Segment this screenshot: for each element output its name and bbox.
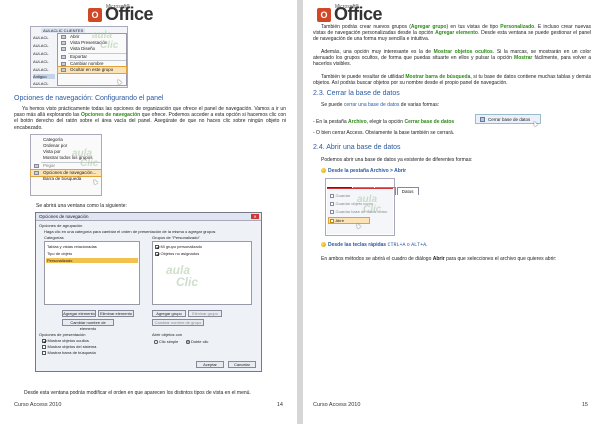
watermark-clic: Clic bbox=[363, 204, 382, 215]
bullet-icon bbox=[321, 242, 326, 248]
rename-item-button[interactable]: Cambiar nombre de elemento bbox=[62, 319, 114, 331]
file-menu-item-save[interactable]: Guardar bbox=[330, 193, 350, 198]
hide-icon bbox=[61, 68, 66, 72]
section-2-3-title: 2.3. Cerrar la base de datos bbox=[313, 90, 400, 97]
show-search-bar-checkbox[interactable]: Mostrar barra de búsqueda bbox=[42, 350, 96, 355]
caption: Se abrirá una ventana como la siguiente: bbox=[36, 203, 127, 209]
hidden-objects-paragraph: Además, una opción muy interesante es la… bbox=[313, 49, 592, 68]
footer: Curso Access 2010 bbox=[313, 402, 361, 408]
close-option-1: - En la pestaña Archivo, elegir la opció… bbox=[313, 119, 455, 125]
watermark-clic: Clic bbox=[176, 275, 199, 289]
open-final: En ambos métodos se abrirá el cuadro de … bbox=[321, 256, 557, 262]
show-system-checkbox[interactable]: Mostrar objetos del sistema bbox=[42, 344, 96, 349]
navigation-options-dialog: Opciones de navegación ✕ Opciones de agr… bbox=[35, 212, 262, 372]
display-options-label: Opciones de presentación bbox=[39, 332, 86, 337]
nav-options-paragraph: Ya hemos visto prácticamente todas las o… bbox=[14, 106, 287, 131]
tab-datos[interactable]: Datos bbox=[396, 187, 419, 195]
show-hidden-checkbox[interactable]: Mostrar objetos ocultos bbox=[42, 338, 89, 343]
single-click-radio[interactable]: Clic simple bbox=[154, 339, 178, 344]
open-option-1: Desde la pestaña Archivo > Abrir bbox=[321, 168, 406, 174]
category-item-selected[interactable]: Personalizado bbox=[46, 258, 138, 263]
open-intro: Podemos abrir una base de datos ya exist… bbox=[321, 157, 473, 163]
dialog-title: Opciones de navegación bbox=[36, 213, 261, 221]
footer: Curso Access 2010 bbox=[14, 402, 62, 408]
microsoft-label: Microsoft® bbox=[106, 4, 130, 10]
nav-row: AULACL bbox=[33, 35, 49, 40]
search-bar-paragraph: También te puede resultar de utilidad Mo… bbox=[313, 74, 591, 87]
categories-list: Tablas y vistas relacionadas Tipo de obj… bbox=[44, 241, 140, 305]
nav-row: AULACL bbox=[33, 67, 49, 72]
office-logo: O Microsoft® Office bbox=[88, 4, 154, 25]
category-item[interactable]: Tipo de objeto bbox=[47, 251, 72, 256]
rename-group-button[interactable]: Cambiar nombre de grupo bbox=[152, 319, 204, 326]
nav-row: AULACL bbox=[33, 81, 49, 86]
office-logo-icon: O bbox=[88, 7, 102, 22]
grouping-label: Opciones de agrupación bbox=[39, 223, 83, 228]
double-click-radio[interactable]: Doble clic bbox=[186, 339, 208, 344]
layout-view-icon bbox=[61, 41, 66, 45]
cancel-button[interactable]: Cancelar bbox=[228, 361, 256, 368]
design-view-icon bbox=[61, 47, 66, 51]
close-option-2: - O bien cerrar Access. Obviamente la ba… bbox=[313, 130, 455, 136]
open-icon bbox=[61, 35, 66, 39]
section-title: Opciones de navegación: Configurando el … bbox=[14, 95, 164, 102]
grouping-instruction: Haga clic en una categoría para cambiar … bbox=[44, 229, 216, 234]
ok-button[interactable]: Aceptar bbox=[196, 361, 224, 368]
file-menu-item-open[interactable]: Abrir bbox=[328, 217, 370, 224]
context-menu-screenshot: AULACLIC CLIENTES AULACL AULACL AULACL A… bbox=[30, 26, 128, 88]
menu-item-export[interactable]: Exportar bbox=[58, 54, 126, 60]
menu-item-hide-in-group[interactable]: Ocultar en este grupo bbox=[57, 66, 127, 74]
office-logo: O Microsoft® Office bbox=[317, 4, 383, 25]
close-icon[interactable]: ✕ bbox=[251, 214, 259, 219]
navigation-options-icon bbox=[34, 171, 39, 175]
group-item[interactable]: Objetos no asignados bbox=[155, 251, 199, 256]
section-2-4-title: 2.4. Abrir una base de datos bbox=[313, 144, 401, 151]
page-15: O Microsoft® Office También podrás crear… bbox=[303, 0, 600, 424]
group-item[interactable]: Mi grupo personalizado bbox=[155, 244, 202, 249]
nav-row: AULACL bbox=[33, 43, 49, 48]
open-objects-label: Abrir objetos con bbox=[152, 332, 183, 337]
nav-row: AULACL bbox=[33, 51, 49, 56]
delete-group-button[interactable]: Eliminar grupo bbox=[188, 310, 222, 317]
export-icon bbox=[61, 54, 66, 59]
watermark-clic: Clic bbox=[100, 40, 119, 51]
page-number: 14 bbox=[276, 402, 283, 408]
close-intro: Se puede cerrar una base de datos de var… bbox=[321, 102, 440, 108]
nav-row: AULACL bbox=[33, 59, 49, 64]
categories-header: Categorías bbox=[44, 235, 64, 240]
bullet-icon bbox=[321, 168, 326, 174]
microsoft-label: Microsoft® bbox=[335, 4, 359, 10]
page-number: 15 bbox=[581, 402, 588, 408]
nav-group-header: Antiguo bbox=[33, 74, 55, 79]
add-group-button[interactable]: Agregar grupo bbox=[152, 310, 186, 317]
add-item-button[interactable]: Agregar elemento bbox=[62, 310, 96, 317]
delete-item-button[interactable]: Eliminar elemento bbox=[98, 310, 134, 317]
paste-icon bbox=[34, 163, 39, 168]
category-item[interactable]: Tablas y vistas relacionadas bbox=[47, 244, 97, 249]
groups-paragraph: También podrás crear nuevos grupos (Agre… bbox=[313, 24, 592, 43]
groups-header: Grupos de "Personalizado" bbox=[152, 235, 200, 240]
closing-paragraph: Desde esta ventana podrás modificar el o… bbox=[24, 390, 251, 396]
close-database-icon bbox=[480, 116, 485, 122]
office-logo-icon: O bbox=[317, 7, 331, 22]
page-14: O Microsoft® Office AULACLIC CLIENTES AU… bbox=[0, 0, 297, 424]
open-option-2: Desde las teclas rápidas CTRL+A o ALT+A. bbox=[321, 242, 427, 248]
close-database-button[interactable]: Cerrar base de datos bbox=[475, 114, 541, 124]
watermark-clic: Clic bbox=[80, 158, 99, 169]
file-tab-screenshot: ArchivoInicioCrearDatos Guardar Guardar … bbox=[325, 178, 419, 236]
menu-item-search-bar[interactable]: Barra de búsqueda bbox=[31, 176, 101, 182]
rename-icon bbox=[61, 62, 66, 66]
